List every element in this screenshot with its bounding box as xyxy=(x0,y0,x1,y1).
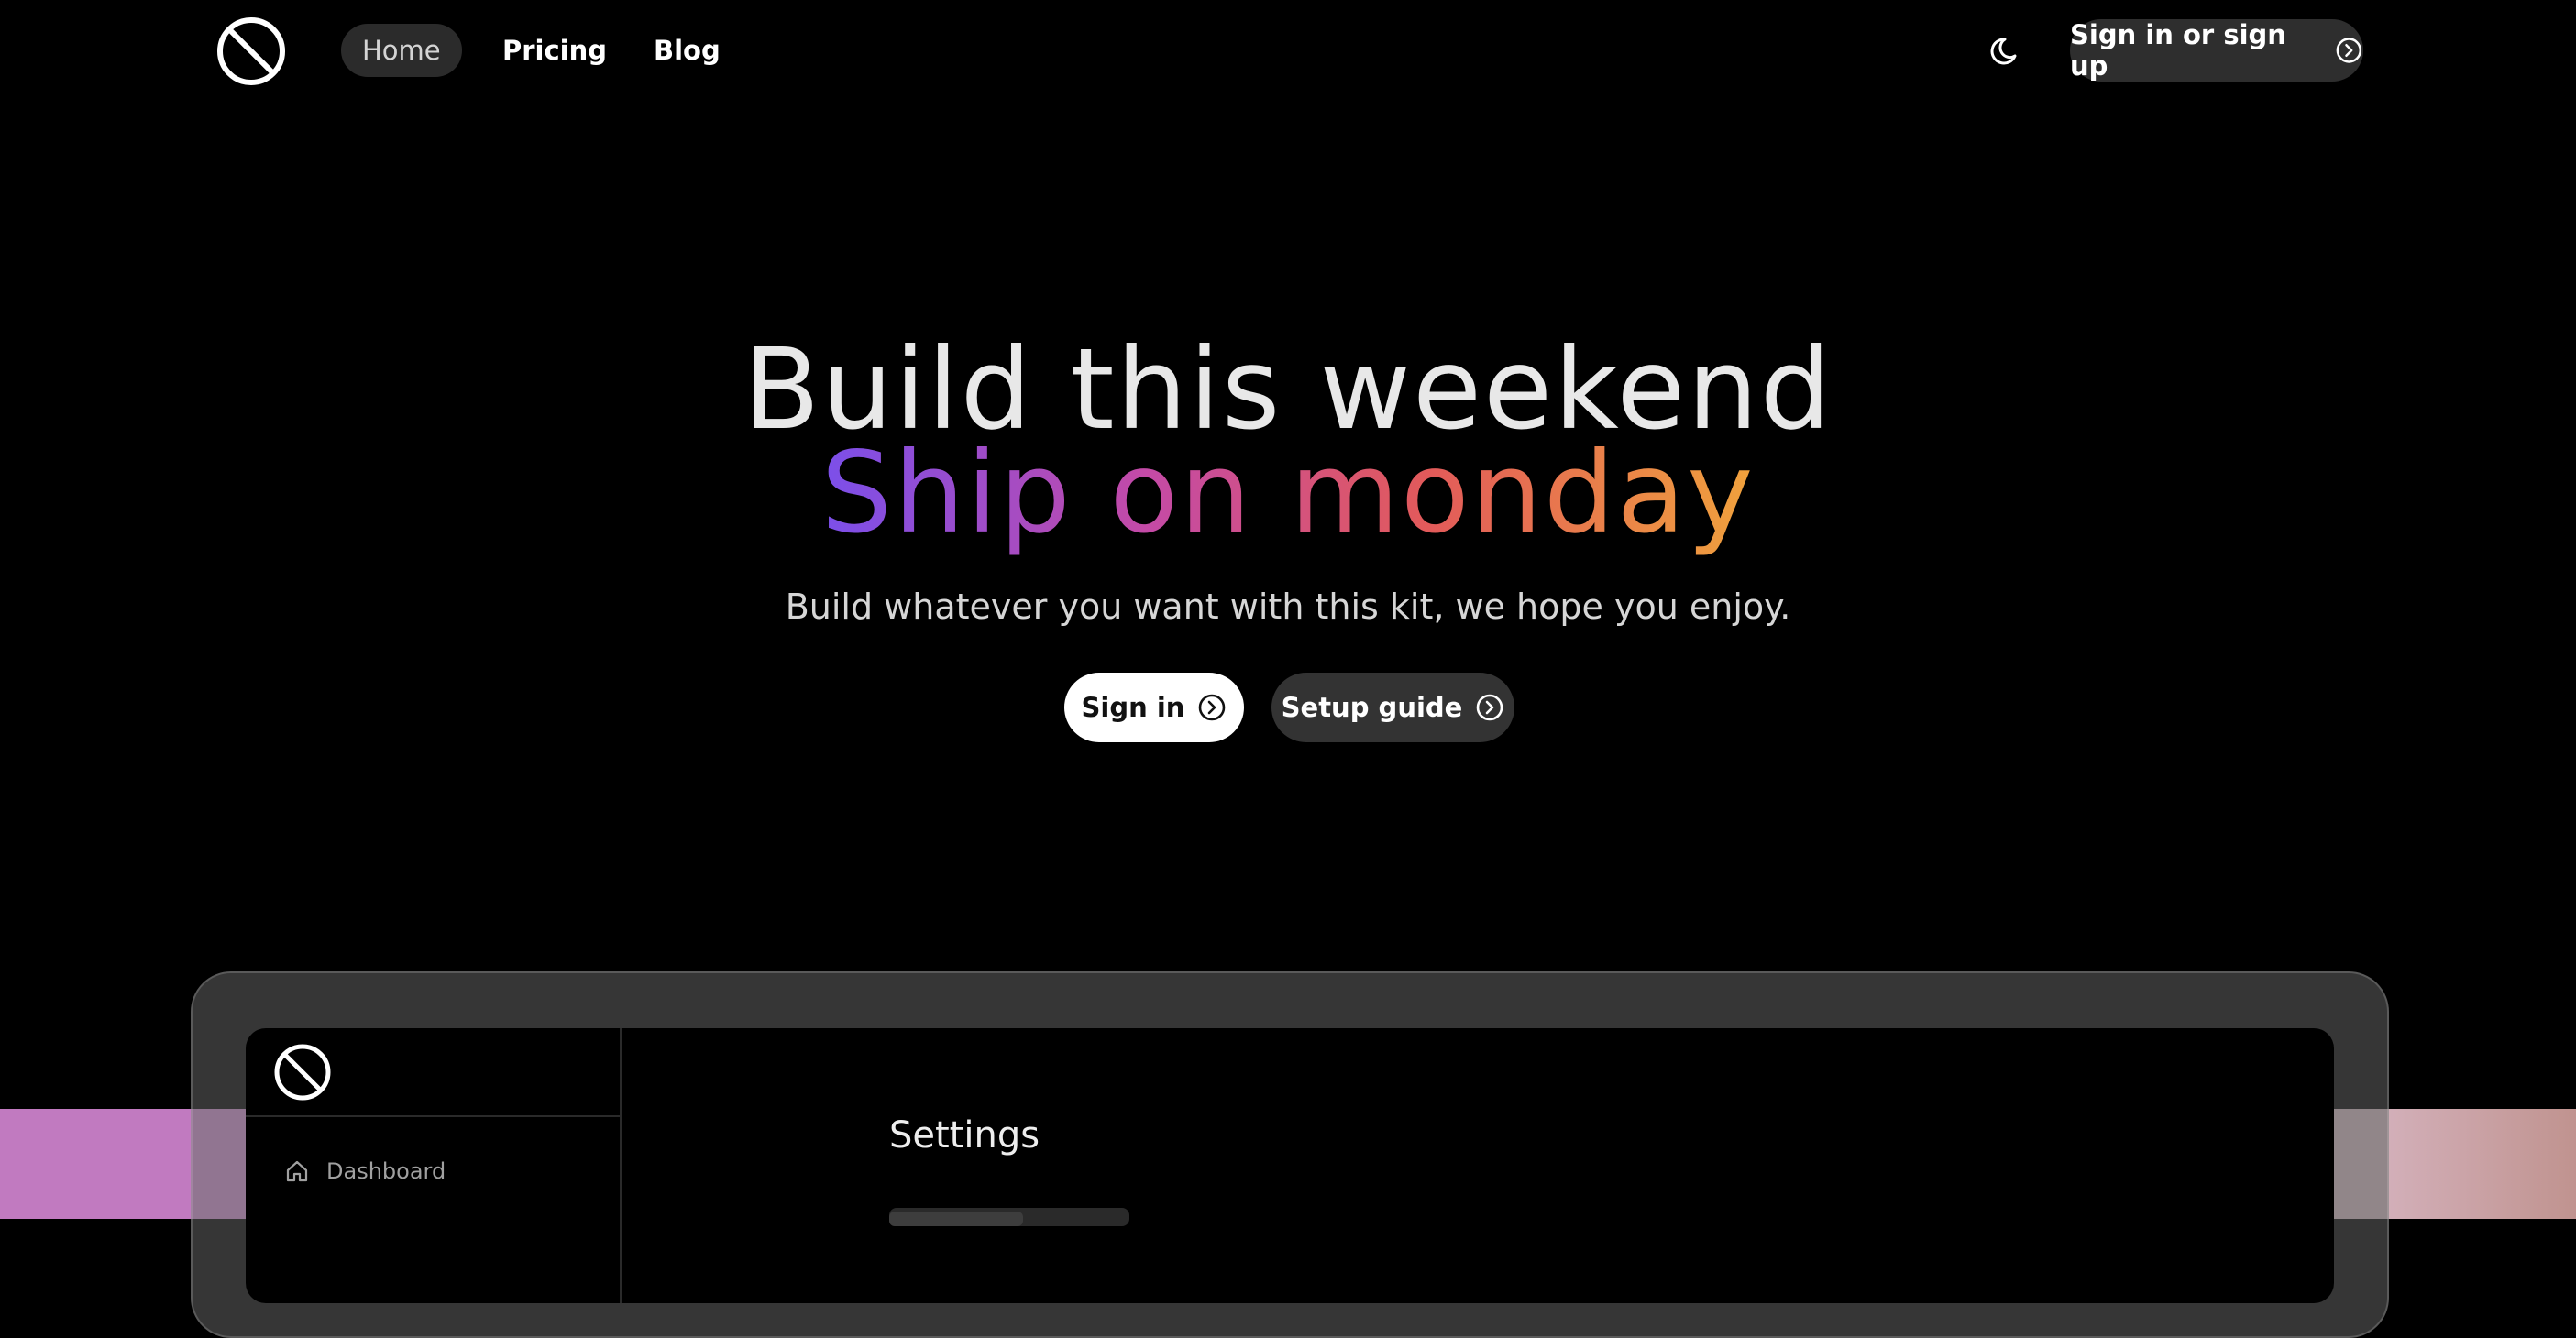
sign-in-or-sign-up-label: Sign in or sign up xyxy=(2070,19,2286,82)
page-title: Settings xyxy=(889,1114,1040,1157)
moon-icon[interactable] xyxy=(1989,31,2026,68)
frame-tint-right xyxy=(2334,1109,2389,1219)
frame-tint-left xyxy=(191,1109,248,1219)
sign-in-button[interactable]: Sign in xyxy=(1064,673,1244,742)
sidebar-divider xyxy=(246,1115,622,1117)
nav-pricing-link[interactable]: Pricing xyxy=(481,24,628,77)
logo-icon[interactable] xyxy=(216,16,286,86)
settings-tabs[interactable] xyxy=(889,1208,1129,1226)
sidebar-item-label: Dashboard xyxy=(326,1158,446,1184)
circle-chevron-right-icon xyxy=(2336,38,2362,63)
nav-home-link[interactable]: Home xyxy=(341,24,462,77)
hero-tagline: Ship on monday xyxy=(0,429,2576,557)
logo-icon[interactable] xyxy=(273,1043,332,1102)
sign-in-label: Sign in xyxy=(1081,692,1185,723)
home-icon xyxy=(286,1160,308,1182)
sign-in-or-sign-up-button[interactable]: Sign in or sign up xyxy=(2070,19,2363,82)
setup-guide-button[interactable]: Setup guide xyxy=(1271,673,1514,742)
decorative-band-left xyxy=(0,1109,193,1219)
hero-subtitle: Build whatever you want with this kit, w… xyxy=(785,587,1791,627)
circle-chevron-right-icon xyxy=(1199,694,1226,721)
tab-active[interactable] xyxy=(889,1212,1023,1226)
app-preview-screen: Dashboard Settings xyxy=(246,1028,2334,1303)
setup-guide-label: Setup guide xyxy=(1281,692,1463,723)
decorative-band-right xyxy=(2382,1109,2576,1219)
nav-blog-link[interactable]: Blog xyxy=(633,24,742,77)
circle-chevron-right-icon xyxy=(1477,694,1503,721)
sidebar-item-dashboard[interactable]: Dashboard xyxy=(284,1158,446,1184)
hero-tagline-text: Ship on monday xyxy=(820,428,1756,558)
top-nav: Home Pricing Blog Sign in or sign up xyxy=(0,0,2576,103)
preview-sidebar: Dashboard xyxy=(246,1028,622,1303)
